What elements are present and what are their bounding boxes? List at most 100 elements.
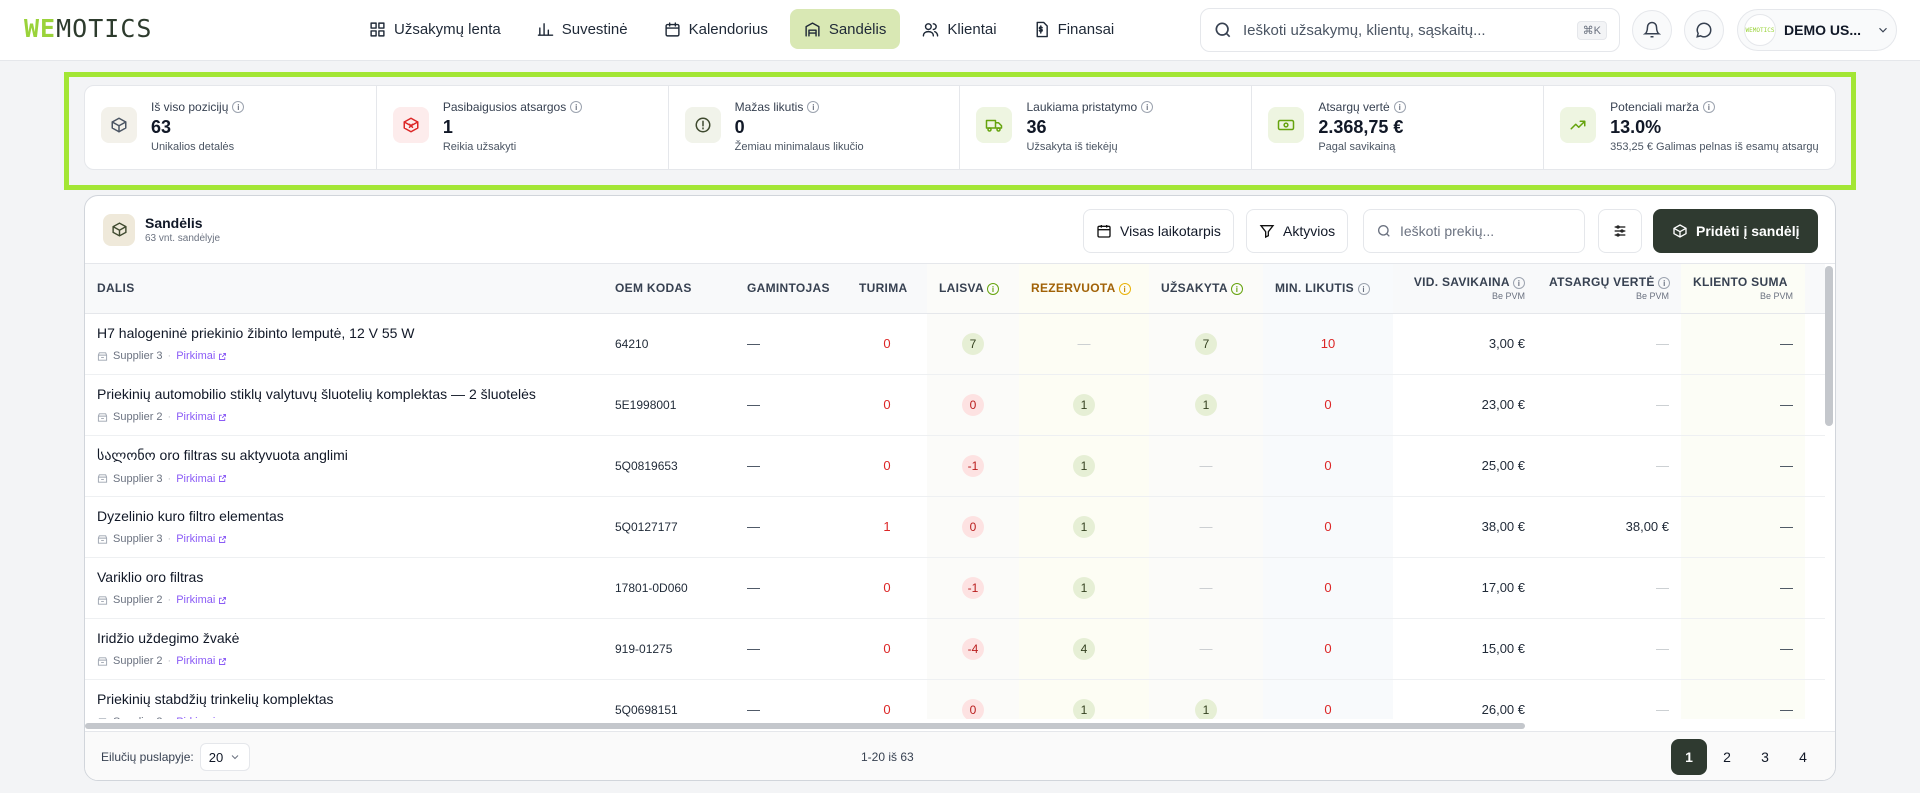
part-cell[interactable]: H7 halogeninė priekinio žibinto lemputė,… [85, 313, 603, 375]
part-cell[interactable]: Priekinių automobilio stiklų valytuvų šl… [85, 374, 603, 436]
part-name[interactable]: H7 halogeninė priekinio žibinto lemputė,… [97, 325, 591, 341]
col-part[interactable]: DALIS [85, 264, 603, 314]
part-cell[interactable]: Dyzelinio kuro filtro elementas Supplier … [85, 496, 603, 558]
info-icon[interactable]: i [1118, 283, 1131, 296]
bar-chart-icon [537, 22, 554, 36]
row-menu-button[interactable] [1805, 435, 1825, 497]
col-have[interactable]: TURIMA [847, 264, 927, 314]
part-cell[interactable]: Variklio oro filtras Supplier 2 · Pirkimai [85, 557, 603, 619]
col-oem[interactable]: OEM KODAS [603, 264, 735, 314]
info-icon[interactable]: i [1658, 277, 1671, 290]
nav-item-2[interactable]: Kalendorius [650, 9, 782, 49]
col-ordered[interactable]: UŽSAKYTA i [1149, 264, 1263, 314]
inventory-table-wrapper: DALIS OEM KODAS GAMINTOJAS TURIMA LAISVA… [85, 264, 1825, 719]
row-menu-button[interactable] [1805, 557, 1825, 619]
rows-per-page-select[interactable]: 20 [199, 743, 250, 771]
page-button-1[interactable]: 1 [1671, 739, 1707, 775]
row-menu-button[interactable] [1805, 313, 1825, 375]
global-search[interactable]: ⌘K [1200, 8, 1620, 52]
stock-value: 38,00 € [1537, 496, 1681, 558]
horizontal-scrollbar[interactable] [85, 723, 1525, 729]
row-menu-button[interactable] [1805, 496, 1825, 558]
part-name[interactable]: Dyzelinio kuro filtro elementas [97, 508, 591, 524]
info-icon[interactable]: i [1357, 283, 1370, 296]
col-avg-cost[interactable]: VID. SAVIKAINA i Be PVM [1393, 264, 1537, 314]
user-menu[interactable]: WEMOTICS DEMO US... [1737, 9, 1897, 51]
nav-label: Klientai [947, 20, 997, 38]
columns-settings-button[interactable] [1598, 209, 1642, 253]
info-icon[interactable]: i [1141, 101, 1154, 113]
supplier-icon [97, 656, 108, 666]
col-reserved[interactable]: REZERVUOTA i [1019, 264, 1149, 314]
part-cell[interactable]: Priekinių stabdžių trinkelių komplektas S… [85, 679, 603, 719]
table-row[interactable]: Iridžio uždegimo žvakė Supplier 2 · Pirkima… [85, 618, 1825, 680]
part-name[interactable]: Priekinių stabdžių trinkelių komplektas [97, 691, 591, 707]
add-to-warehouse-button[interactable]: Pridėti į sandėlį [1653, 209, 1819, 253]
part-name[interactable]: Priekinių automobilio stiklų valytuvų šl… [97, 386, 591, 402]
external-link-icon [219, 413, 227, 421]
part-cell[interactable]: სალონო oro filtras su aktyvuota anglimi S… [85, 435, 603, 497]
info-icon[interactable]: i [1231, 283, 1244, 296]
col-free[interactable]: LAISVA i [927, 264, 1019, 314]
purchases-link[interactable]: Pirkimai [176, 655, 227, 667]
page-button-4[interactable]: 4 [1785, 739, 1821, 775]
filter-button[interactable]: Aktyvios [1246, 209, 1349, 253]
purchases-link[interactable]: Pirkimai [176, 350, 227, 362]
purchases-link[interactable]: Pirkimai [176, 533, 227, 545]
qty-badge: 1 [1073, 515, 1095, 538]
purchases-link[interactable]: Pirkimai [176, 473, 227, 485]
table-row[interactable]: Priekinių automobilio stiklų valytuvų šl… [85, 374, 1825, 436]
global-search-input[interactable] [1243, 21, 1567, 39]
trending-up-icon [1570, 120, 1586, 130]
part-cell[interactable]: Iridžio uždegimo žvakė Supplier 2 · Pirkima… [85, 618, 603, 680]
part-name[interactable]: სალონო oro filtras su aktyvuota anglimi [97, 447, 591, 464]
nav-item-4[interactable]: Klientai [908, 9, 1010, 49]
product-search-input[interactable] [1400, 223, 1560, 239]
table-row[interactable]: Priekinių stabdžių trinkelių komplektas S… [85, 679, 1825, 719]
table-row[interactable]: სალონო oro filtras su aktyvuota anglimi S… [85, 435, 1825, 497]
purchases-link[interactable]: Pirkimai [176, 716, 227, 719]
table-row[interactable]: H7 halogeninė priekinio žibinto lemputė,… [85, 313, 1825, 375]
info-icon[interactable]: i [1702, 101, 1715, 113]
row-menu-button[interactable] [1805, 679, 1825, 719]
purchases-link[interactable]: Pirkimai [176, 411, 227, 423]
part-name[interactable]: Variklio oro filtras [97, 569, 591, 585]
table-row[interactable]: Dyzelinio kuro filtro elementas Supplier … [85, 496, 1825, 558]
purchases-link[interactable]: Pirkimai [176, 594, 227, 606]
info-icon[interactable]: i [807, 101, 820, 113]
stat-sub: Unikalios detalės [151, 141, 235, 153]
table-row[interactable]: Variklio oro filtras Supplier 2 · Pirkimai 1… [85, 557, 1825, 619]
search-icon [1378, 225, 1390, 237]
logo[interactable]: WEMOTICS [24, 15, 152, 43]
product-search[interactable] [1363, 209, 1585, 253]
nav-item-1[interactable]: Suvestinė [523, 9, 642, 49]
page-button-2[interactable]: 2 [1709, 739, 1745, 775]
info-icon[interactable]: i [570, 101, 583, 113]
nav-item-5[interactable]: Finansai [1019, 9, 1129, 49]
row-menu-button[interactable] [1805, 618, 1825, 680]
qty-badge: 0 [962, 515, 984, 538]
nav-item-0[interactable]: Užsakymų lenta [355, 9, 515, 49]
notifications-button[interactable] [1632, 10, 1672, 50]
info-icon[interactable]: i [1393, 101, 1406, 113]
have-qty: 0 [847, 313, 927, 375]
col-maker[interactable]: GAMINTOJAS [735, 264, 847, 314]
page-button-3[interactable]: 3 [1747, 739, 1783, 775]
vertical-scrollbar[interactable] [1825, 264, 1833, 719]
col-min[interactable]: MIN. LIKUTIS i [1263, 264, 1393, 314]
messages-button[interactable] [1684, 10, 1724, 50]
free-qty: 0 [927, 374, 1019, 436]
filter-label: Aktyvios [1283, 223, 1336, 239]
row-menu-button[interactable] [1805, 374, 1825, 436]
reserved-qty: 4 [1019, 618, 1149, 680]
nav-item-3[interactable]: Sandėlis [789, 9, 901, 49]
col-client-sum[interactable]: KLIENTO SUMA Be PVM [1681, 264, 1805, 314]
maker: — [735, 679, 847, 719]
period-button[interactable]: Visas laikotarpis [1083, 209, 1234, 253]
col-stock-value[interactable]: ATSARGŲ VERTĖ i Be PVM [1537, 264, 1681, 314]
part-name[interactable]: Iridžio uždegimo žvakė [97, 630, 591, 646]
info-icon[interactable]: i [1513, 277, 1525, 290]
info-icon[interactable]: i [987, 283, 1000, 296]
info-icon[interactable]: i [232, 101, 245, 113]
stats-bar: Iš viso pozicijų i 63 Unikalios detalės Pas… [84, 85, 1836, 170]
